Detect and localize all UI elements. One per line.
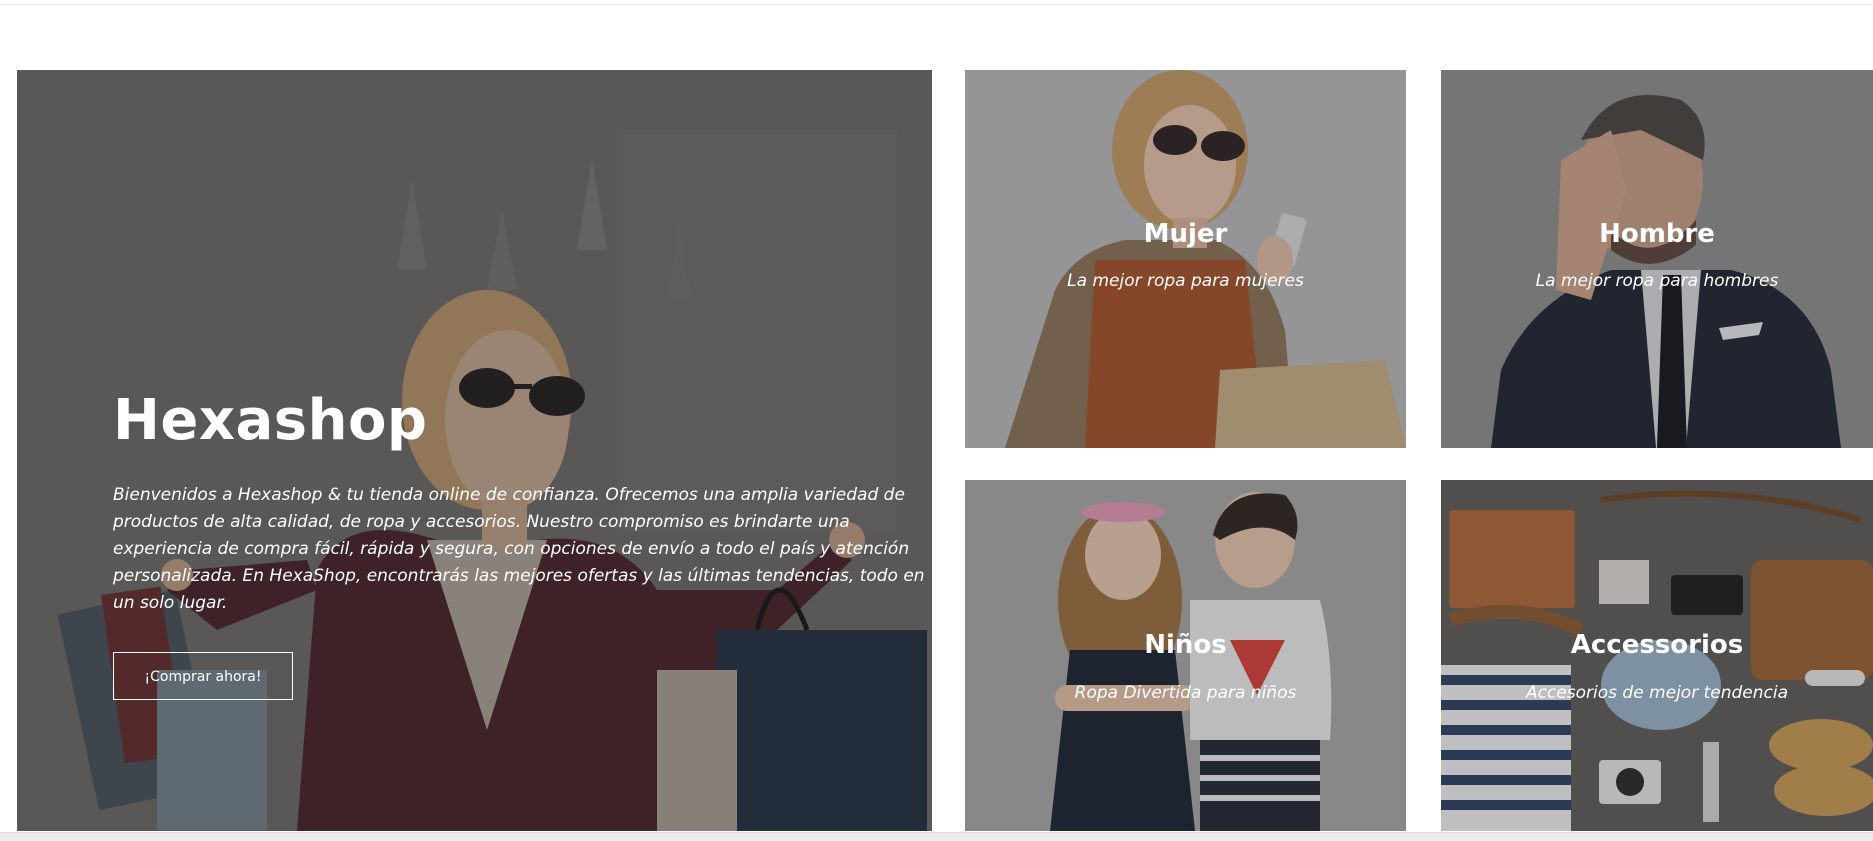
- category-card-kids[interactable]: Niños Ropa Divertida para niños: [965, 480, 1406, 831]
- header-divider: [0, 4, 1873, 5]
- category-card-women[interactable]: Mujer La mejor ropa para mujeres: [965, 70, 1406, 448]
- card-overlay: [965, 70, 1406, 448]
- category-card-men[interactable]: Hombre La mejor ropa para hombres: [1441, 70, 1873, 448]
- category-title: Mujer: [1143, 219, 1228, 249]
- category-subtitle: La mejor ropa para hombres: [1535, 271, 1779, 291]
- shop-now-button[interactable]: ¡Comprar ahora!: [113, 652, 293, 700]
- category-title: Accessorios: [1570, 630, 1744, 660]
- category-title: Hombre: [1599, 219, 1715, 249]
- hero-title: Hexashop: [113, 388, 428, 453]
- hero-banner: Hexashop Bienvenidos a Hexashop & tu tie…: [17, 70, 932, 831]
- category-subtitle: La mejor ropa para mujeres: [1067, 271, 1304, 291]
- hero-content: Hexashop Bienvenidos a Hexashop & tu tie…: [113, 388, 932, 700]
- category-subtitle: Accesorios de mejor tendencia: [1525, 683, 1788, 703]
- category-card-accessories[interactable]: Accessorios Accesorios de mejor tendenci…: [1441, 480, 1873, 831]
- bottom-edge: [0, 832, 1873, 841]
- hero-description: Bienvenidos a Hexashop & tu tienda onlin…: [113, 485, 925, 613]
- card-overlay: [1441, 70, 1873, 448]
- page: Hexashop Bienvenidos a Hexashop & tu tie…: [0, 0, 1873, 841]
- category-title: Niños: [1144, 630, 1227, 660]
- category-subtitle: Ropa Divertida para niños: [1074, 683, 1297, 703]
